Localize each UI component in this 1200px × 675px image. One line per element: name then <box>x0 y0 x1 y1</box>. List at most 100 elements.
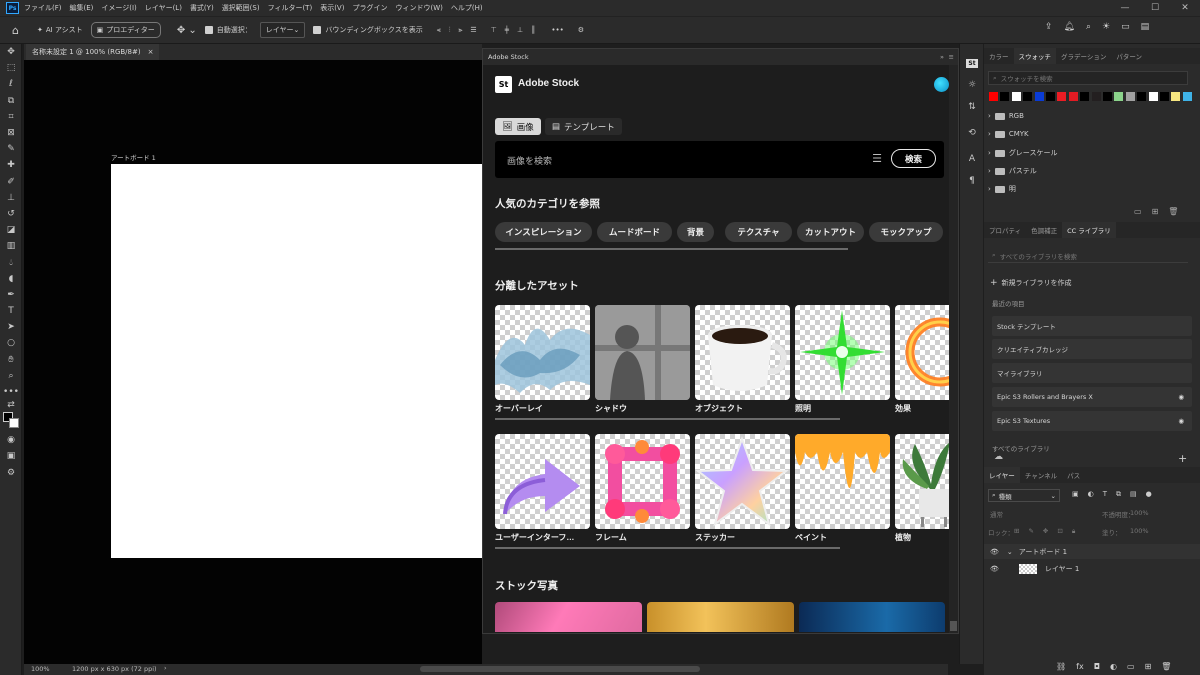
discover-icon[interactable]: ☀ <box>1102 22 1110 32</box>
new-swatch-icon[interactable]: ⊞ <box>1152 207 1159 216</box>
category-chip[interactable]: インスピレーション <box>495 222 592 242</box>
align-bottom-icon[interactable]: ⊥ <box>517 26 523 34</box>
opacity-value[interactable]: 100% <box>1130 509 1149 517</box>
swatch-folder[interactable]: › 明 <box>988 184 1016 194</box>
tab-cc-libraries[interactable]: CC ライブラリ <box>1062 222 1116 238</box>
visibility-eye-icon[interactable]: 👁︎ <box>990 548 999 556</box>
asset-label[interactable]: 植物 <box>895 532 911 543</box>
marquee-tool-icon[interactable]: ⬚ <box>0 60 22 76</box>
menu-type[interactable]: 書式(Y) <box>190 3 214 13</box>
minimize-icon[interactable]: — <box>1110 0 1140 16</box>
mask-icon[interactable]: ◘ <box>1094 662 1100 671</box>
stock-photo-thumb[interactable] <box>799 602 945 632</box>
panel-scrollbar[interactable] <box>949 65 958 633</box>
shape-filter-icon[interactable]: ⧉ <box>1116 490 1121 499</box>
menu-plugins[interactable]: プラグイン <box>352 3 387 13</box>
move-tool-icon[interactable]: ✥ ⌄ <box>177 25 197 36</box>
hand-tool-icon[interactable]: ✋︎ <box>0 352 22 368</box>
new-folder-icon[interactable]: ▭ <box>1134 207 1142 216</box>
stamp-tool-icon[interactable]: ⊥ <box>0 190 22 206</box>
type-filter-icon[interactable]: T <box>1103 490 1107 499</box>
tab-properties[interactable]: プロパティ <box>984 222 1026 238</box>
move-tool-icon[interactable]: ✥ <box>0 44 22 60</box>
asset-label[interactable]: ペイント <box>795 532 827 543</box>
type-tool-icon[interactable]: T <box>0 303 22 319</box>
tab-images[interactable]: 🖼︎ 画像 <box>495 118 541 135</box>
generative-icon[interactable]: ⚙ <box>0 465 22 481</box>
user-avatar[interactable] <box>934 77 949 92</box>
library-search-input[interactable]: ⌕ すべてのライブラリを検索 <box>988 249 1188 263</box>
pen-tool-icon[interactable]: ✒ <box>0 287 22 303</box>
tab-channels[interactable]: チャンネル <box>1020 467 1062 483</box>
assets-scroll-indicator[interactable] <box>495 418 840 420</box>
layer-row[interactable]: 👁︎ レイヤー 1 <box>990 564 1079 574</box>
tab-layers[interactable]: レイヤー <box>984 467 1020 483</box>
asset-label[interactable]: ステッカー <box>695 532 735 543</box>
assets-scroll-indicator[interactable] <box>495 547 840 549</box>
color-swatch[interactable] <box>1124 91 1136 102</box>
lock-position-icon[interactable]: ✥ <box>1043 527 1048 536</box>
path-select-tool-icon[interactable]: ➤ <box>0 319 22 335</box>
lock-pixels-icon[interactable]: ⊞ <box>1014 527 1019 536</box>
close-tab-icon[interactable]: × <box>148 48 154 56</box>
delete-layer-icon[interactable]: 🗑︎ <box>1161 662 1171 671</box>
auto-select-target-select[interactable]: レイヤー ⌄ <box>259 22 306 38</box>
asset-tile-plant[interactable] <box>895 434 957 529</box>
default-colors-icon[interactable]: ⇄ <box>0 400 22 410</box>
cloud-icon[interactable]: ☁ <box>994 452 1003 462</box>
stock-panel-tab-label[interactable]: Adobe Stock <box>488 53 529 61</box>
asset-tile-paint[interactable] <box>795 434 890 529</box>
background-color[interactable] <box>9 418 19 429</box>
screen-mode-icon[interactable]: ▣ <box>0 448 22 464</box>
search-button[interactable]: 検索 <box>891 149 936 168</box>
tab-adjustments[interactable]: 色調補正 <box>1026 222 1062 238</box>
swatch-folder[interactable]: › CMYK <box>988 130 1029 138</box>
lock-all-icon[interactable]: 🔒︎ <box>1072 527 1075 536</box>
category-chip[interactable]: 背景 <box>677 222 714 242</box>
swatch-folder[interactable]: › RGB <box>988 112 1024 120</box>
stock-panel-icon[interactable]: St <box>960 52 984 74</box>
create-library-button[interactable]: + 新規ライブラリを作成 <box>990 278 1072 288</box>
more-options-icon[interactable]: ••• <box>551 26 563 34</box>
color-swatch[interactable] <box>1045 91 1056 102</box>
blend-mode-select[interactable]: 通常 <box>990 509 1003 519</box>
layer-kind-select[interactable]: ⌕ 種類 ⌄ <box>988 489 1060 502</box>
asset-tile-overlay[interactable] <box>495 305 590 400</box>
color-swatch[interactable] <box>1067 91 1079 102</box>
maximize-icon[interactable]: ☐ <box>1140 0 1170 16</box>
color-swatch[interactable] <box>1181 91 1193 102</box>
menu-edit[interactable]: 編集(E) <box>70 3 94 13</box>
eraser-tool-icon[interactable]: ◪ <box>0 222 22 238</box>
lasso-tool-icon[interactable]: ℓ <box>0 76 22 92</box>
smart-filter-icon[interactable]: ▤ <box>1130 490 1137 499</box>
history-icon[interactable]: ⟲ <box>960 122 984 144</box>
adjustment-layer-icon[interactable]: ◐ <box>1110 662 1117 671</box>
shape-tool-icon[interactable]: ○ <box>0 335 22 351</box>
distribute-icon[interactable]: ☰ <box>470 26 476 34</box>
horizontal-scrollbar[interactable] <box>420 666 700 672</box>
gradient-tool-icon[interactable]: ▥ <box>0 238 22 254</box>
ai-assist-button[interactable]: ✦ AI アシスト <box>37 25 83 35</box>
align-top-icon[interactable]: ⊤ <box>491 26 497 34</box>
color-swatch[interactable] <box>1136 91 1148 102</box>
status-arrow-icon[interactable]: › <box>164 664 167 672</box>
trash-icon[interactable]: 🗑︎ <box>1168 207 1178 216</box>
asset-tile-lighting[interactable] <box>795 305 890 400</box>
menu-select[interactable]: 選択範囲(S) <box>222 3 260 13</box>
character-icon[interactable]: A <box>960 148 984 170</box>
asset-tile-effect[interactable] <box>895 305 957 400</box>
asset-label[interactable]: 照明 <box>795 403 811 414</box>
new-layer-icon[interactable]: ⊞ <box>1145 662 1152 671</box>
notification-bell-icon[interactable]: 🔔︎ <box>1064 22 1075 32</box>
category-chip[interactable]: テクスチャ <box>725 222 792 242</box>
color-swatch[interactable] <box>1056 91 1068 102</box>
stock-photo-thumb[interactable] <box>495 602 642 632</box>
tab-gradients[interactable]: グラデーション <box>1056 48 1111 64</box>
tab-color[interactable]: カラー <box>984 48 1014 64</box>
chevron-down-icon[interactable]: ⌄ <box>1007 548 1013 556</box>
artboard-label[interactable]: アートボード 1 <box>111 152 156 162</box>
library-item[interactable]: Stock テンプレート <box>992 316 1192 336</box>
healing-brush-icon[interactable]: ✚ <box>0 157 22 173</box>
library-item[interactable]: Epic S3 Textures ◉ <box>992 411 1192 431</box>
auto-select-checkbox[interactable]: 自動選択： <box>204 25 252 35</box>
